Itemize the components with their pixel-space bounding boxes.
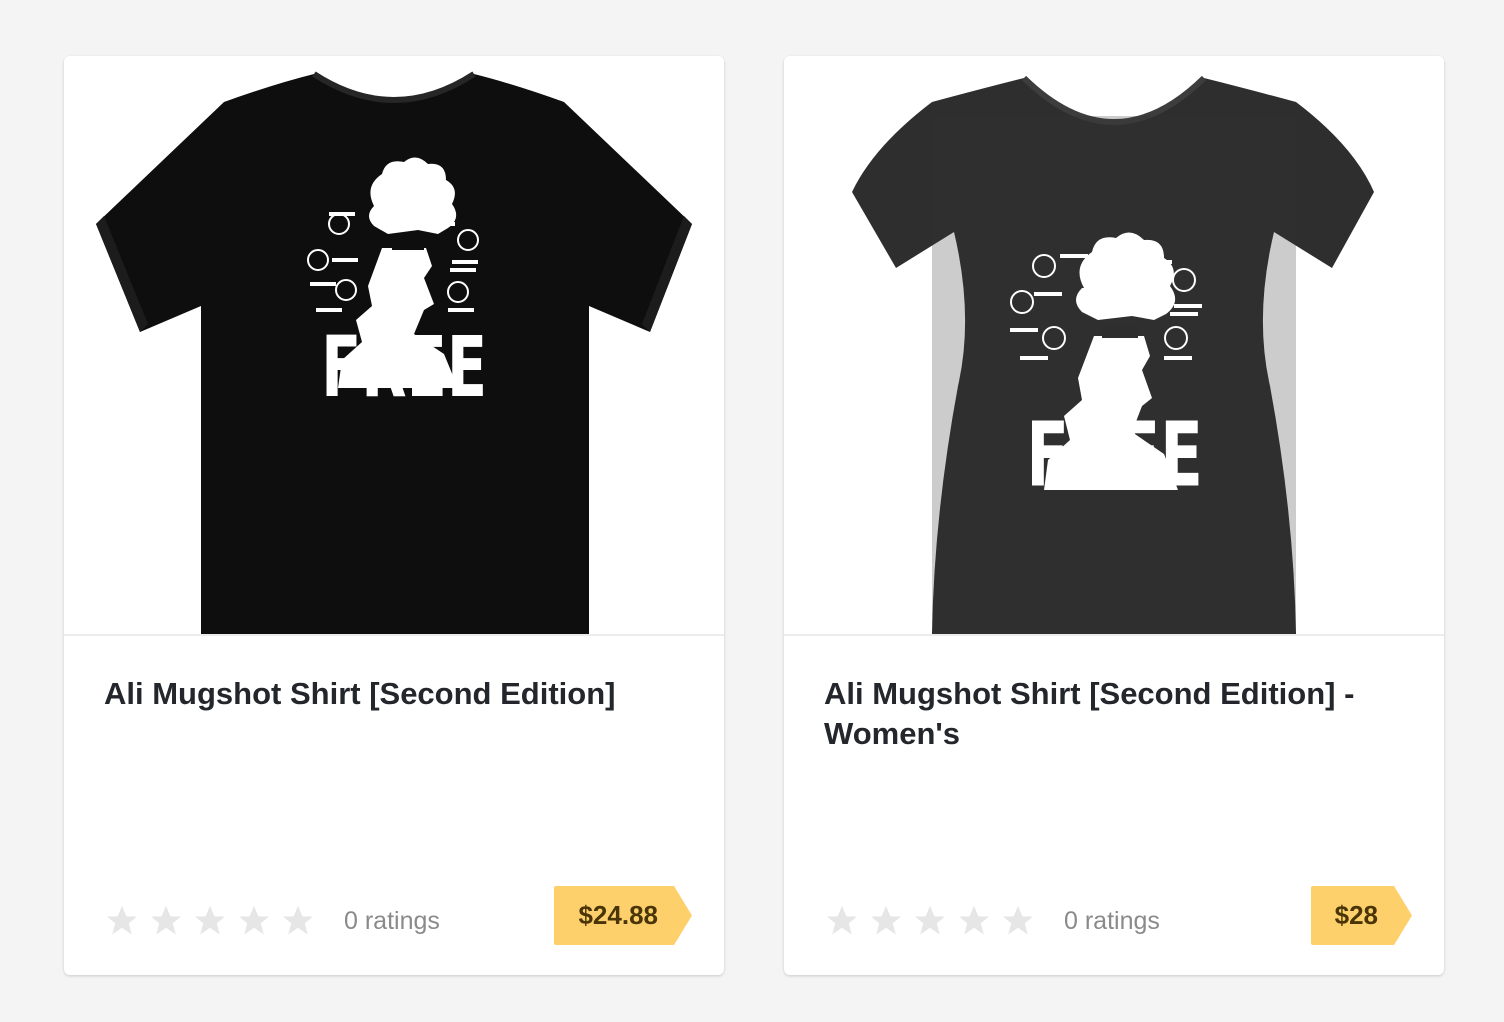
product-grid: FREE Ali Mugshot Shirt [Second Edition] … <box>0 0 1504 1022</box>
star-icon <box>827 906 857 935</box>
star-icon <box>239 906 269 935</box>
svg-text:FREE: FREE <box>321 320 487 417</box>
black-tshirt-icon: FREE <box>96 71 692 634</box>
product-title[interactable]: Ali Mugshot Shirt [Second Edition] <box>104 674 684 714</box>
star-icon <box>107 906 137 935</box>
price-tag: $24.88 <box>554 886 692 945</box>
star-icon <box>871 906 901 935</box>
charcoal-womens-tshirt-icon: FREE <box>852 75 1374 634</box>
ratings-count: 0 ratings <box>344 906 440 935</box>
star-icon <box>959 906 989 935</box>
star-icon <box>915 906 945 935</box>
product-card-ali-mugshot-shirt-womens[interactable]: FREE Ali Mugshot Shirt [Second Edition] … <box>784 56 1444 975</box>
star-icon <box>1003 906 1033 935</box>
star-icon <box>195 906 225 935</box>
card-divider <box>64 634 724 636</box>
product-image[interactable]: FREE <box>64 56 724 634</box>
price-label: $28 <box>1310 886 1390 945</box>
ratings-count: 0 ratings <box>1064 906 1160 935</box>
star-icon <box>151 906 181 935</box>
price-tag-ribbon-icon <box>670 886 692 945</box>
svg-text:FREE: FREE <box>1026 403 1203 507</box>
star-rating: 0 ratings <box>104 896 440 946</box>
product-image[interactable]: FREE <box>784 56 1444 634</box>
star-rating: 0 ratings <box>824 896 1160 946</box>
price-label: $24.88 <box>554 886 670 945</box>
price-tag: $28 <box>1310 886 1412 945</box>
product-title[interactable]: Ali Mugshot Shirt [Second Edition] - Wom… <box>824 674 1404 754</box>
star-icon <box>283 906 313 935</box>
price-tag-ribbon-icon <box>1390 886 1412 945</box>
card-divider <box>784 634 1444 636</box>
product-card-ali-mugshot-shirt[interactable]: FREE Ali Mugshot Shirt [Second Edition] … <box>64 56 724 975</box>
